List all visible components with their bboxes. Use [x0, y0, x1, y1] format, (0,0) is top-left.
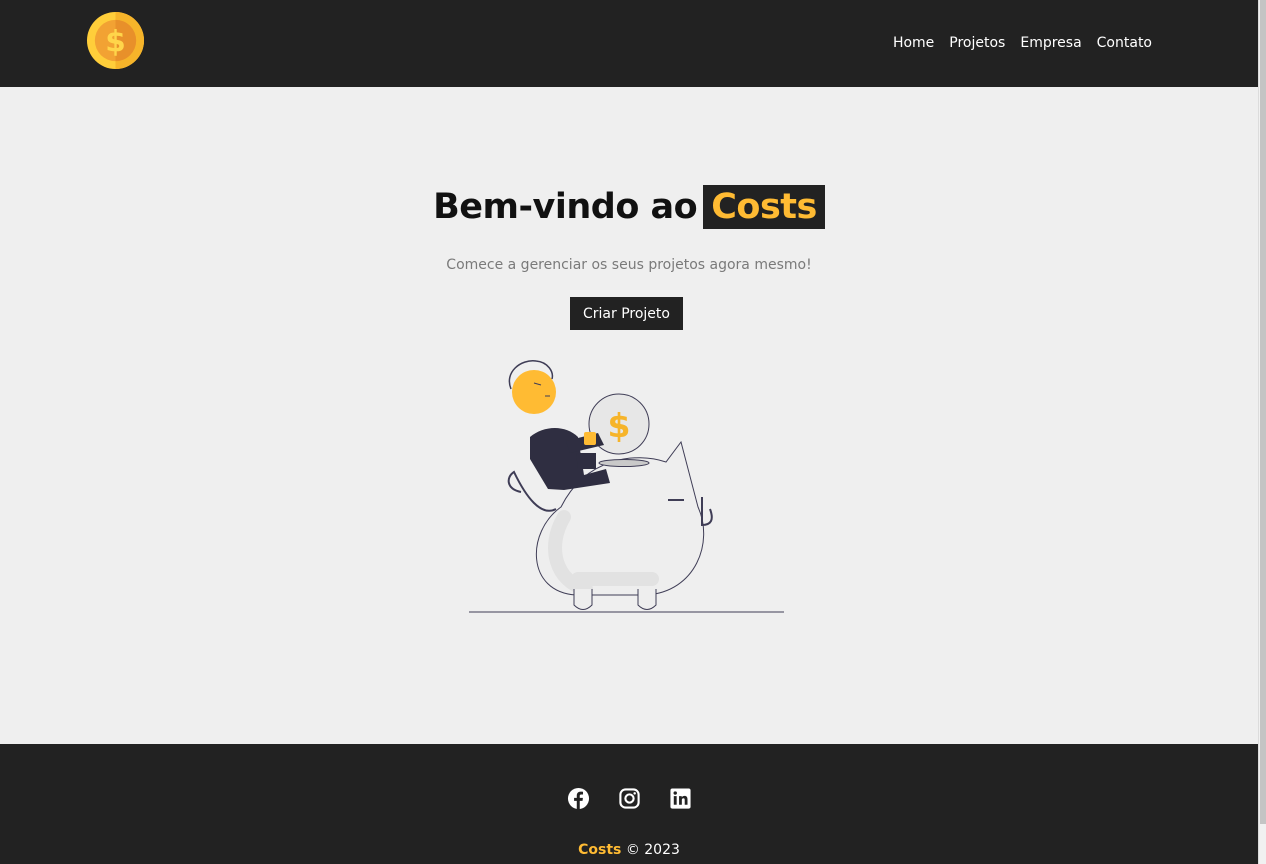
hero-subtitle: Comece a gerenciar os seus projetos agor… [446, 257, 812, 273]
title-brand-highlight: Costs [703, 185, 825, 229]
nav-link-empresa[interactable]: Empresa [1020, 35, 1081, 51]
vertical-scrollbar[interactable] [1258, 0, 1266, 864]
title-prefix: Bem-vindo ao [433, 187, 698, 227]
copyright-text: © 2023 [625, 842, 680, 858]
footer: Costs © 2023 [0, 744, 1258, 864]
hero-section: Bem-vindo ao Costs Comece a gerenciar os … [0, 87, 1258, 744]
nav-links: Home Projetos Empresa Contato [893, 32, 1152, 51]
create-project-button[interactable]: Criar Projeto [570, 297, 683, 330]
copyright: Costs © 2023 [0, 842, 1258, 858]
linkedin-icon[interactable] [669, 787, 692, 810]
page-title: Bem-vindo ao Costs [433, 185, 825, 229]
svg-text:$: $ [608, 406, 631, 445]
scrollbar-thumb[interactable] [1260, 0, 1266, 824]
facebook-icon[interactable] [567, 787, 590, 810]
dollar-coin-icon[interactable]: $ [86, 11, 145, 70]
nav-link-home[interactable]: Home [893, 35, 934, 51]
footer-brand: Costs [578, 842, 622, 858]
piggy-bank-illustration: $ [469, 360, 784, 613]
social-links [0, 787, 1258, 810]
svg-text:$: $ [105, 24, 126, 58]
navbar: $ Home Projetos Empresa Contato [0, 0, 1258, 87]
nav-link-projetos[interactable]: Projetos [949, 35, 1005, 51]
instagram-icon[interactable] [618, 787, 641, 810]
nav-link-contato[interactable]: Contato [1097, 35, 1152, 51]
